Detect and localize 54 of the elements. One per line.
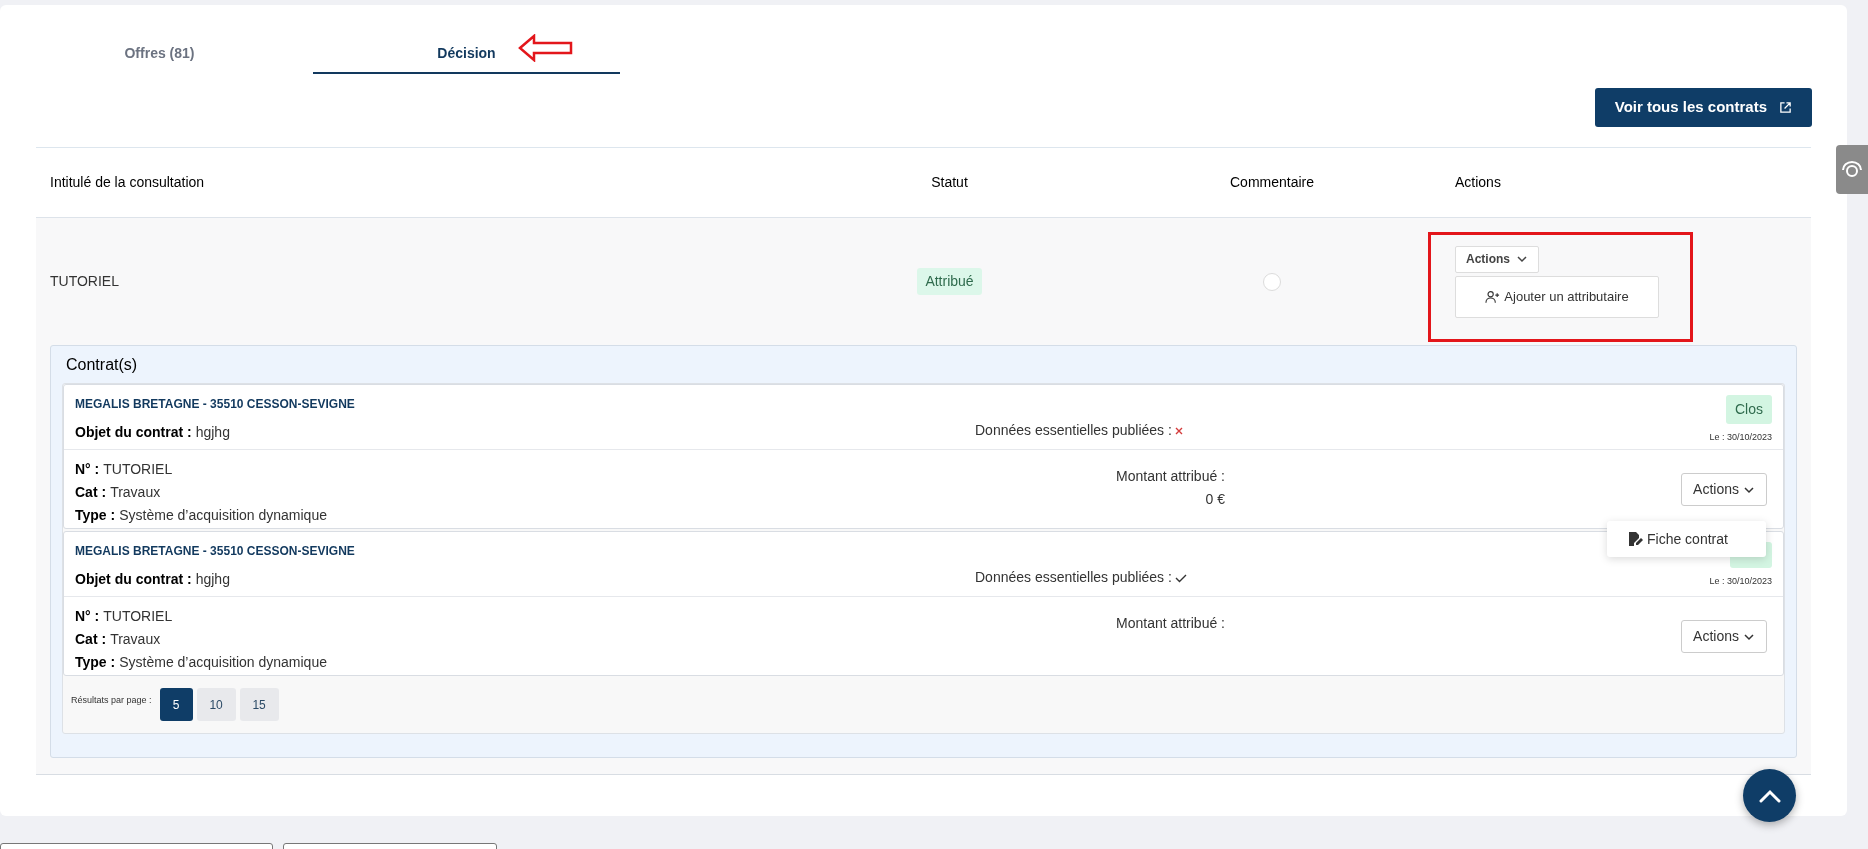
add-awardee-button[interactable]: Ajouter un attributaire: [1455, 275, 1659, 318]
field-value: hgjhg: [195, 570, 230, 589]
published-label: Données essentielles publiées :: [975, 421, 1172, 440]
amount-label: Montant attribué :: [1116, 467, 1225, 486]
menu-item[interactable]: Fiche contrat: [1627, 528, 1728, 550]
field-value: hgjhg: [195, 423, 230, 442]
field-value: TUTORIEL: [103, 607, 173, 626]
page-size-label: Résultats par page :: [71, 693, 152, 707]
contract-date: Le : 30/10/2023: [1709, 575, 1772, 588]
accessibility-icon: [1841, 159, 1863, 180]
page-size-button[interactable]: 15: [239, 688, 279, 721]
field-value: Travaux: [110, 483, 161, 502]
status-badge: Attribué: [917, 268, 982, 295]
published-label: Données essentielles publiées :: [975, 568, 1172, 587]
panel-title: Contrat(s): [65, 354, 139, 375]
column-header: Statut: [931, 173, 968, 192]
actions-button[interactable]: Actions: [1681, 620, 1767, 653]
column-header: Intitulé de la consultation: [50, 173, 206, 192]
page-size-button[interactable]: 5: [159, 688, 193, 721]
column-header: Commentaire: [1230, 173, 1314, 192]
field-value: TUTORIEL: [103, 460, 173, 479]
external-link-icon: [1779, 101, 1792, 114]
field-label: Objet du contrat :: [75, 570, 192, 589]
organization-name: MEGALIS BRETAGNE - 35510 CESSON-SEVIGNE: [75, 543, 356, 560]
field-label: Objet du contrat :: [75, 423, 192, 442]
page-size-button[interactable]: 10: [196, 688, 236, 721]
add-user-icon: [1485, 289, 1501, 304]
actions-button[interactable]: Actions: [1681, 473, 1767, 506]
side-tab[interactable]: [1836, 145, 1868, 194]
field-label: Cat :: [75, 483, 107, 502]
status-badge: Clos: [1726, 395, 1772, 424]
field-value: Travaux: [110, 630, 161, 649]
column-header: Actions: [1455, 173, 1502, 192]
field-label: Type :: [75, 506, 116, 525]
field-label: Type :: [75, 653, 116, 672]
field-label: N° :: [75, 460, 100, 479]
view-contracts-button[interactable]: Voir tous les contrats: [1594, 88, 1812, 127]
contract-date: Le : 30/10/2023: [1709, 431, 1772, 444]
document-edit-icon: [1627, 531, 1643, 547]
actions-button[interactable]: Actions: [1455, 245, 1539, 273]
field-label: N° :: [75, 607, 100, 626]
table-cell-text: TUTORIEL: [50, 272, 120, 291]
amount-label: Montant attribué :: [1116, 614, 1225, 633]
chevron-down-icon: [1516, 253, 1528, 265]
amount-value: 0 €: [1205, 490, 1225, 509]
cross-icon: [1173, 425, 1184, 436]
arrow-annotation-icon: [518, 34, 574, 62]
chevron-up-icon: [1757, 788, 1782, 803]
field-label: Cat :: [75, 630, 107, 649]
tab[interactable]: Décision: [313, 35, 620, 74]
tab[interactable]: Offres (81): [6, 35, 313, 74]
field-value: Système d’acquisition dynamique: [119, 506, 327, 525]
field-value: Système d’acquisition dynamique: [119, 653, 327, 672]
organization-name: MEGALIS BRETAGNE - 35510 CESSON-SEVIGNE: [75, 396, 356, 413]
